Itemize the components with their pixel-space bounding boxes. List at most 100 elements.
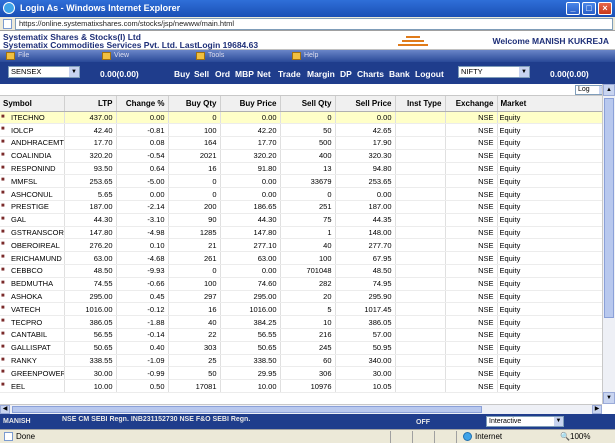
scroll-left-icon[interactable]: ◀ <box>0 405 10 414</box>
column-header[interactable]: Symbol <box>0 96 65 112</box>
scroll-thumb[interactable] <box>604 98 614 318</box>
column-header[interactable]: Exchange <box>445 96 498 112</box>
table-cell: NSE <box>445 366 498 381</box>
logout-link[interactable]: Logout <box>415 69 444 79</box>
table-row[interactable]: ■ MMFSL 253.65 -5.00 0 0.00 33679 253.65 NSE Equi… <box>0 174 602 189</box>
column-header[interactable]: Buy Price <box>220 96 281 112</box>
chevron-down-icon: ▼ <box>69 67 79 77</box>
column-header[interactable]: Change % <box>116 96 169 112</box>
column-header[interactable]: Inst Type <box>395 96 446 112</box>
table-row[interactable]: ■ CEBBCO 48.50 -9.93 0 0.00 701048 48.50 NSE Equi… <box>0 264 602 278</box>
charts-link[interactable]: Charts <box>357 69 384 79</box>
table-row[interactable]: ■ IOLCP 42.40 -0.81 100 42.20 50 42.65 NSE Equity <box>0 123 602 138</box>
scroll-up-icon[interactable]: ▲ <box>603 84 615 96</box>
table-row[interactable]: ■ PRESTIGE 187.00 -2.14 200 186.65 251 187.00 NS… <box>0 200 602 214</box>
table-cell: 40 <box>280 238 336 253</box>
index-select-right[interactable]: NIFTY ▼ <box>458 66 530 78</box>
table-cell: 50.95 <box>335 341 396 355</box>
table-row[interactable]: ■ BEDMUTHA 74.55 -0.66 100 74.60 282 74.95 NSE Eq… <box>0 277 602 291</box>
table-cell: NSE <box>445 187 498 202</box>
table-cell <box>395 187 446 202</box>
table-row[interactable]: ■ VATECH 1016.00 -0.12 16 1016.00 5 1017.45 NSE E… <box>0 302 602 317</box>
table-cell: 320.20 <box>64 149 117 163</box>
margin-link[interactable]: Margin <box>307 69 335 79</box>
table-row[interactable]: ■ TECPRO 386.05 -1.88 40 384.25 10 386.05 NSE Equ… <box>0 315 602 330</box>
table-row[interactable]: ■ RANKY 338.55 -1.09 25 338.50 60 340.00 NSE Equi… <box>0 354 602 368</box>
table-cell: 147.80 <box>220 226 281 240</box>
column-header[interactable]: Market <box>497 96 602 112</box>
minimize-button[interactable]: _ <box>566 2 580 15</box>
table-row[interactable]: ■ GSTRANSCOR 147.80 -4.98 1285 147.80 1 148.00 N… <box>0 226 602 240</box>
table-row[interactable]: ■ EEL 10.00 0.50 17081 10.00 10976 10.05 NSE Equi… <box>0 379 602 394</box>
table-row[interactable]: ■ ERICHAMUND 63.00 -4.68 261 63.00 100 67.95 NSE… <box>0 251 602 266</box>
index-select-left[interactable]: SENSEX ▼ <box>8 66 80 78</box>
table-cell: 56.55 <box>220 328 281 342</box>
close-button[interactable]: × <box>598 2 612 15</box>
table-row[interactable]: ■ OBEROIREAL 276.20 0.10 21 277.10 40 277.70 NSE… <box>0 238 602 253</box>
table-row[interactable]: ■ CANTABIL 56.55 -0.14 22 56.55 216 57.00 NSE Equ… <box>0 328 602 342</box>
menu-help[interactable]: Help <box>290 51 318 61</box>
table-row[interactable]: ■ RESPONIND 93.50 0.64 16 91.80 13 94.80 NSE Equi… <box>0 162 602 176</box>
table-cell: 50.65 <box>220 341 281 355</box>
orders-link[interactable]: Ord <box>215 69 230 79</box>
table-cell: 21 <box>168 238 221 253</box>
table-cell: 261 <box>168 251 221 266</box>
table-cell: 90 <box>168 213 221 227</box>
buy-link[interactable]: Buy <box>174 69 190 79</box>
zoom-icon[interactable]: 🔍 <box>560 432 570 441</box>
table-cell: 0.10 <box>116 238 169 253</box>
column-header[interactable]: Sell Price <box>335 96 396 112</box>
scroll-down-icon[interactable]: ▼ <box>603 392 615 404</box>
bank-link[interactable]: Bank <box>389 69 410 79</box>
mbp-link[interactable]: MBP <box>235 69 254 79</box>
zoom-level[interactable]: 100% <box>570 432 590 441</box>
table-row[interactable]: ■ GREENPOWER 30.00 -0.99 50 29.95 306 30.00 NSE E… <box>0 366 602 381</box>
table-cell: 100 <box>168 123 221 138</box>
table-cell <box>395 226 446 240</box>
table-cell: 0 <box>280 111 336 125</box>
column-header[interactable]: Buy Qty <box>168 96 221 112</box>
menu-view[interactable]: View <box>100 51 129 61</box>
table-cell: Equity <box>497 226 602 240</box>
column-header[interactable]: LTP <box>64 96 117 112</box>
table-cell: -3.10 <box>116 213 169 227</box>
maximize-button[interactable]: □ <box>582 2 596 15</box>
vertical-scrollbar[interactable]: ▲ ▼ <box>602 84 615 404</box>
url-field[interactable]: https://online.systematixshares.com/stoc… <box>15 18 613 30</box>
table-row[interactable]: ■ ASHCONUL 5.65 0.00 0 0.00 0 0.00 NSE Equity <box>0 187 602 202</box>
table-row[interactable]: ■ COALINDIA 320.20 -0.54 2021 320.20 400 320.30… <box>0 149 602 163</box>
table-cell <box>395 162 446 176</box>
column-header[interactable]: Sell Qty <box>280 96 336 112</box>
table-cell: -0.12 <box>116 302 169 317</box>
table-row[interactable]: ■ GAL 44.30 -3.10 90 44.30 75 44.35 NSE Equity <box>0 213 602 227</box>
table-row[interactable]: ■ GALLISPAT 50.65 0.40 303 50.65 245 50.95 NSE Eq… <box>0 341 602 355</box>
table-row[interactable]: ■ ITECHNO 437.00 0.00 0 0.00 0 0.00 NSE Equity <box>0 111 602 125</box>
net-link[interactable]: Net <box>257 69 271 79</box>
table-row[interactable]: ■ ANDHRACEMT 17.70 0.08 164 17.70 500 17.90 NSE E… <box>0 136 602 150</box>
menu-file[interactable]: File <box>4 51 29 61</box>
table-cell <box>395 200 446 214</box>
table-cell: NSE <box>445 213 498 227</box>
table-cell: NSE <box>445 123 498 138</box>
mode-select[interactable]: Interactive ▼ <box>486 416 564 427</box>
horizontal-scrollbar[interactable]: ◀ ▶ <box>0 404 602 414</box>
table-cell: 164 <box>168 136 221 150</box>
sell-link[interactable]: Sell <box>194 69 209 79</box>
table-cell: 16 <box>168 162 221 176</box>
scroll-thumb[interactable] <box>12 406 482 413</box>
table-cell: 1 <box>280 226 336 240</box>
table-cell: 277.10 <box>220 238 281 253</box>
table-cell: 100 <box>280 251 336 266</box>
table-cell: 386.05 <box>335 315 396 330</box>
table-cell: -2.14 <box>116 200 169 214</box>
menu-tools[interactable]: Tools <box>194 51 224 61</box>
table-cell: 44.35 <box>335 213 396 227</box>
dp-link[interactable]: DP <box>340 69 352 79</box>
table-cell: 0.08 <box>116 136 169 150</box>
trade-link[interactable]: Trade <box>278 69 301 79</box>
table-cell: 48.50 <box>335 264 396 278</box>
scroll-right-icon[interactable]: ▶ <box>592 405 602 414</box>
table-row[interactable]: ■ ASHOKA 295.00 0.45 297 295.00 20 295.90 NSE Equ… <box>0 290 602 304</box>
table-cell: Equity <box>497 149 602 163</box>
row-flag-icon: ■ <box>1 305 5 312</box>
